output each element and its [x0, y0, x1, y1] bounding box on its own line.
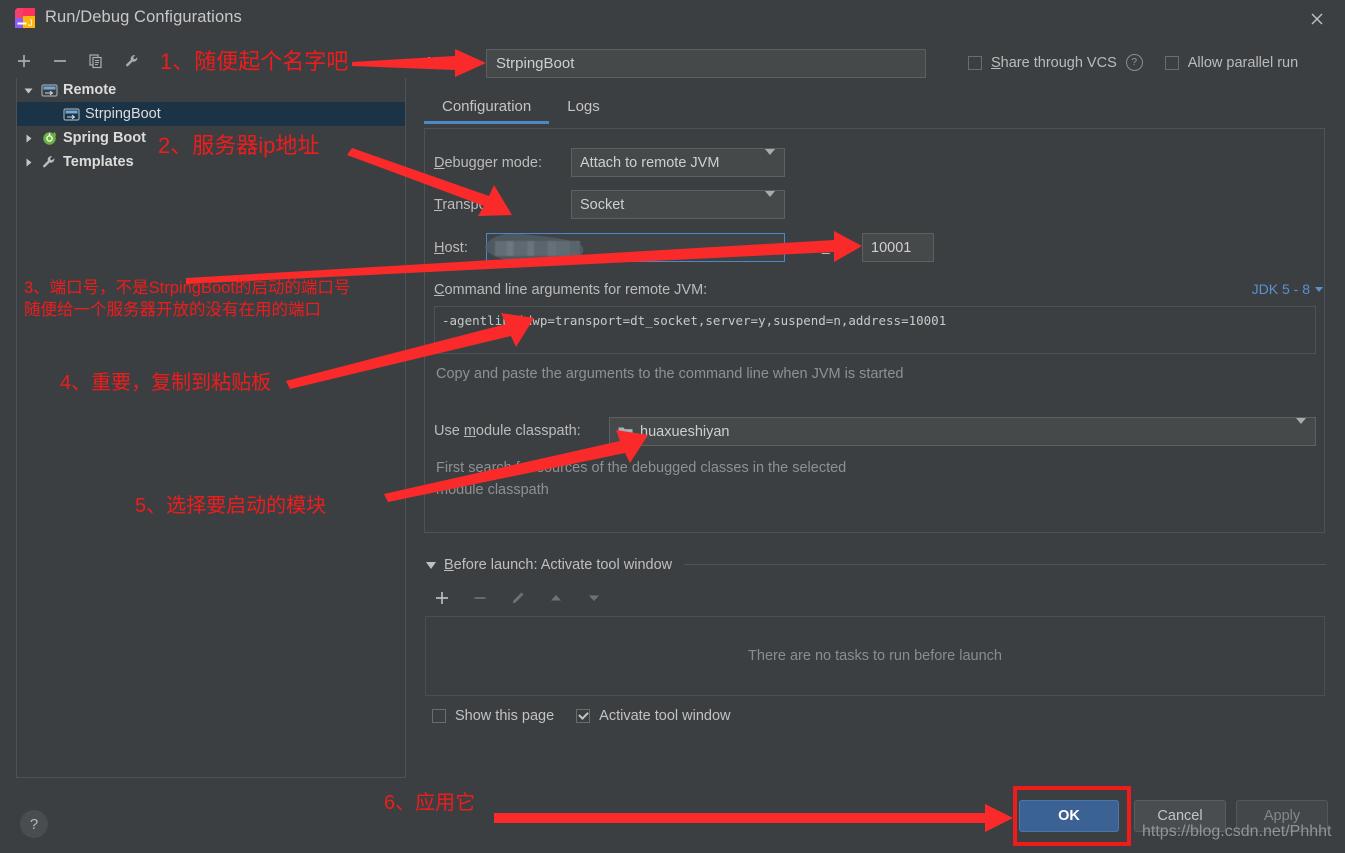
help-button[interactable]: ? — [20, 810, 48, 838]
before-launch-checkboxes: Show this page Activate tool window — [432, 708, 731, 724]
plus-icon[interactable] — [432, 588, 452, 608]
before-launch-title: Before launch: Activate tool window — [444, 557, 673, 573]
module-classpath-hint-line2: module classpath — [436, 482, 549, 498]
plus-icon[interactable] — [14, 51, 34, 71]
question-mark-icon[interactable]: ? — [1125, 54, 1143, 71]
minus-icon[interactable] — [50, 51, 70, 71]
intellij-idea-icon: J — [14, 7, 36, 29]
name-label: Name: — [427, 55, 470, 71]
vcs-options-row: Share through VCS ? Allow parallel run — [968, 54, 1298, 71]
tree-item-label: Templates — [63, 154, 134, 170]
before-launch-header: Before launch: Activate tool window — [426, 557, 1326, 573]
chevron-down-icon — [1296, 417, 1306, 440]
before-launch-task-list[interactable]: There are no tasks to run before launch — [425, 616, 1325, 696]
annotation-1-text: 1、随便起个名字吧 — [160, 49, 349, 74]
port-input[interactable] — [862, 233, 934, 262]
share-through-vcs-label: Share through VCS — [991, 54, 1117, 71]
tree-item-label: Remote — [63, 82, 117, 98]
before-launch-divider — [684, 564, 1326, 566]
before-launch-empty-text: There are no tasks to run before launch — [748, 648, 1002, 664]
jdk-version-label: JDK 5 - 8 — [1251, 281, 1310, 297]
command-line-args-label: Command line arguments for remote JVM: — [434, 282, 708, 298]
remote-config-icon — [61, 105, 81, 123]
transport-row: Transport: — [434, 197, 500, 213]
spring-boot-icon — [39, 129, 59, 147]
chevron-down-icon — [765, 190, 775, 213]
title-bar: J Run/Debug Configurations — [0, 0, 1345, 38]
module-classpath-value: huaxueshiyan — [640, 423, 730, 440]
arrow-down-icon — [584, 588, 604, 608]
tree-item-strpingboot[interactable]: StrpingBoot — [17, 102, 405, 126]
chevron-down-icon — [765, 148, 775, 171]
activate-tool-window-checkbox[interactable] — [576, 709, 591, 723]
chevron-right-icon[interactable] — [17, 157, 39, 168]
debugger-mode-value: Attach to remote JVM — [580, 154, 720, 171]
wrench-icon — [39, 153, 59, 171]
minus-icon — [470, 588, 490, 608]
ok-button[interactable]: OK — [1019, 800, 1119, 832]
host-redacted-value — [495, 241, 580, 256]
tree-item-templates[interactable]: Templates — [17, 150, 405, 174]
tree-item-label: StrpingBoot — [85, 106, 161, 122]
name-input[interactable] — [486, 49, 926, 78]
copy-icon[interactable] — [86, 51, 106, 71]
chevron-right-icon[interactable] — [17, 133, 39, 144]
chevron-down-icon — [1315, 286, 1323, 292]
debugger-mode-label: Debugger mode: — [434, 155, 543, 171]
arrow-up-icon — [546, 588, 566, 608]
chevron-down-icon[interactable] — [426, 561, 436, 569]
svg-text:J: J — [28, 18, 33, 28]
command-line-args-textarea[interactable]: -agentlib:jdwp=transport=dt_socket,serve… — [434, 306, 1316, 354]
share-through-vcs-checkbox[interactable] — [968, 55, 982, 70]
module-classpath-hint: First search for sources of the debugged… — [436, 457, 1056, 501]
module-classpath-label: Use module classpath: — [434, 423, 581, 439]
tree-item-label: Spring Boot — [63, 130, 146, 146]
activate-tool-window-label: Activate tool window — [599, 708, 731, 724]
module-classpath-hint-line1: First search for sources of the debugged… — [436, 460, 847, 476]
before-launch-toolbar — [432, 588, 604, 608]
configurations-toolbar — [14, 46, 142, 76]
close-icon[interactable] — [1301, 6, 1333, 32]
wrench-icon[interactable] — [122, 51, 142, 71]
tree-item-remote[interactable]: Remote — [17, 78, 405, 102]
configurations-tree[interactable]: Remote StrpingBoot Spring Boot Templates — [16, 78, 406, 778]
debugger-mode-row: Debugger mode: — [434, 155, 542, 171]
transport-value: Socket — [580, 196, 625, 213]
dialog-title: Run/Debug Configurations — [45, 8, 242, 26]
port-label: Port: — [812, 240, 843, 256]
allow-parallel-run-checkbox[interactable] — [1164, 55, 1179, 70]
transport-select[interactable]: Socket — [571, 190, 785, 219]
host-label: Host: — [434, 240, 468, 256]
show-this-page-label: Show this page — [455, 708, 555, 724]
tree-item-spring-boot[interactable]: Spring Boot — [17, 126, 405, 150]
show-this-page-checkbox[interactable] — [432, 709, 446, 723]
config-tabs: Configuration Logs — [424, 96, 1324, 128]
port-row: Port: — [812, 240, 843, 256]
remote-config-icon — [39, 81, 59, 99]
chevron-down-icon[interactable] — [17, 85, 39, 96]
watermark: https://blog.csdn.net/Phhht — [1142, 823, 1332, 840]
module-classpath-select[interactable]: huaxueshiyan — [609, 417, 1316, 446]
allow-parallel-run-label: Allow parallel run — [1187, 54, 1299, 71]
tab-logs[interactable]: Logs — [549, 96, 618, 124]
host-input[interactable] — [486, 233, 785, 262]
tab-configuration[interactable]: Configuration — [424, 96, 550, 124]
jdk-version-link[interactable]: JDK 5 - 8 — [1252, 281, 1323, 297]
host-row: Host: — [434, 240, 468, 256]
module-icon — [618, 425, 633, 439]
annotation-6-text: 6、应用它 — [384, 792, 476, 814]
transport-label: Transport: — [434, 197, 500, 213]
pencil-icon — [508, 588, 528, 608]
run-debug-configurations-dialog: J Run/Debug Configurations Remote Strpin… — [0, 0, 1345, 853]
debugger-mode-select[interactable]: Attach to remote JVM — [571, 148, 785, 177]
command-line-args-hint: Copy and paste the arguments to the comm… — [436, 366, 904, 382]
